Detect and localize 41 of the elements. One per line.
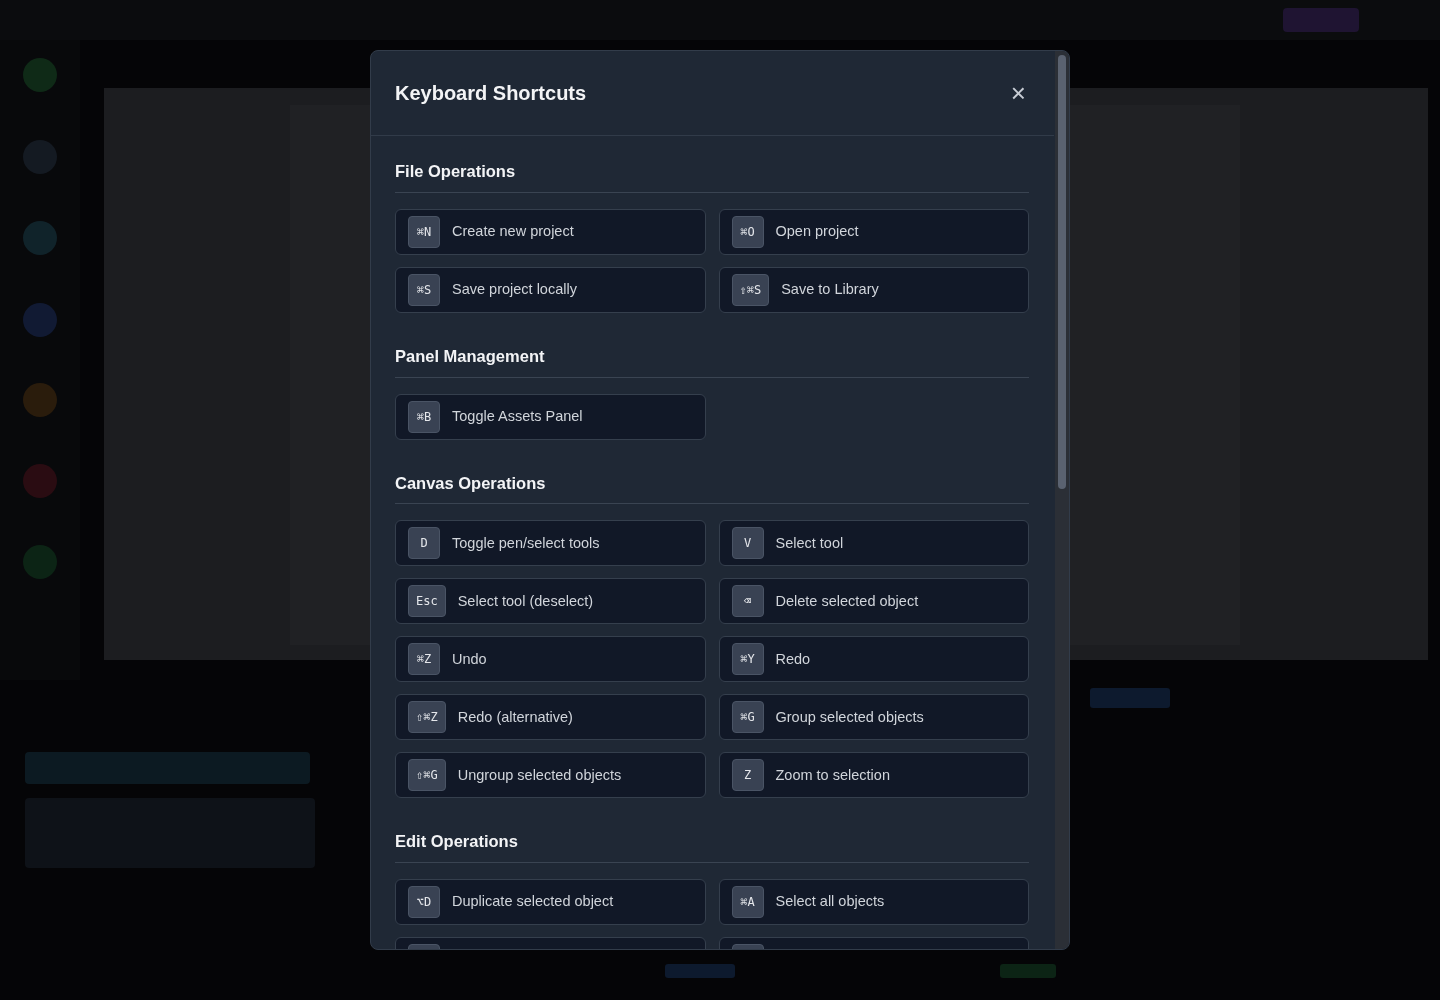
key-badge: V <box>731 527 764 560</box>
shortcut-label: Group selected objects <box>775 707 924 727</box>
key-badge: ⌘Y <box>731 643 764 676</box>
shortcut-label: Redo (alternative) <box>457 707 573 727</box>
shortcut-label: Create new project <box>452 221 574 241</box>
key-badge: ⌘G <box>731 701 764 734</box>
key-badge: ⇧⌘G <box>408 759 446 792</box>
shortcut-label: Redo <box>775 649 811 669</box>
key-badge: ⌘A <box>731 886 764 919</box>
shortcut-label: Ungroup selected objects <box>457 765 622 785</box>
key-badge: ⌘O <box>731 215 764 248</box>
shortcut-label: Duplicate selected object <box>452 892 614 912</box>
key-badge: ⌫ <box>731 585 764 618</box>
key-badge: ⌥D <box>408 886 440 919</box>
section-heading: Canvas Operations <box>395 473 546 494</box>
shortcut-label: Toggle Assets Panel <box>452 406 583 426</box>
dialog-title: Keyboard Shortcuts <box>395 81 587 105</box>
key-badge: ⌘Z <box>408 643 440 676</box>
section-heading: Panel Management <box>395 346 545 367</box>
key-badge: ⌘N <box>408 215 440 248</box>
key-badge: ⇧⌘S <box>731 273 770 306</box>
close-button[interactable]: × <box>1006 80 1030 106</box>
key-badge: Esc <box>408 585 446 618</box>
shortcut-label: Undo <box>452 649 487 669</box>
shortcut-label: Select tool <box>775 533 844 553</box>
key-badge: ⇧⌘Z <box>408 701 446 734</box>
key-badge: ⌘S <box>408 273 440 306</box>
shortcut-label: Toggle pen/select tools <box>452 533 600 553</box>
shortcut-label: Select all objects <box>775 892 885 912</box>
shortcut-label: Delete selected object <box>775 591 919 611</box>
section-heading: File Operations <box>395 162 516 182</box>
shortcut-label: Select tool (deselect) <box>457 591 594 611</box>
key-badge: ⌘B <box>408 400 440 433</box>
key-badge: Z <box>731 759 764 792</box>
section-heading: Edit Operations <box>395 832 518 853</box>
shortcut-label: Save to Library <box>781 279 879 299</box>
key-badge: D <box>408 527 440 560</box>
scrollbar[interactable] <box>1058 55 1066 489</box>
shortcut-label: Zoom to selection <box>775 765 890 785</box>
shortcut-label: Save project locally <box>452 279 577 299</box>
shortcut-label: Open project <box>775 221 859 241</box>
